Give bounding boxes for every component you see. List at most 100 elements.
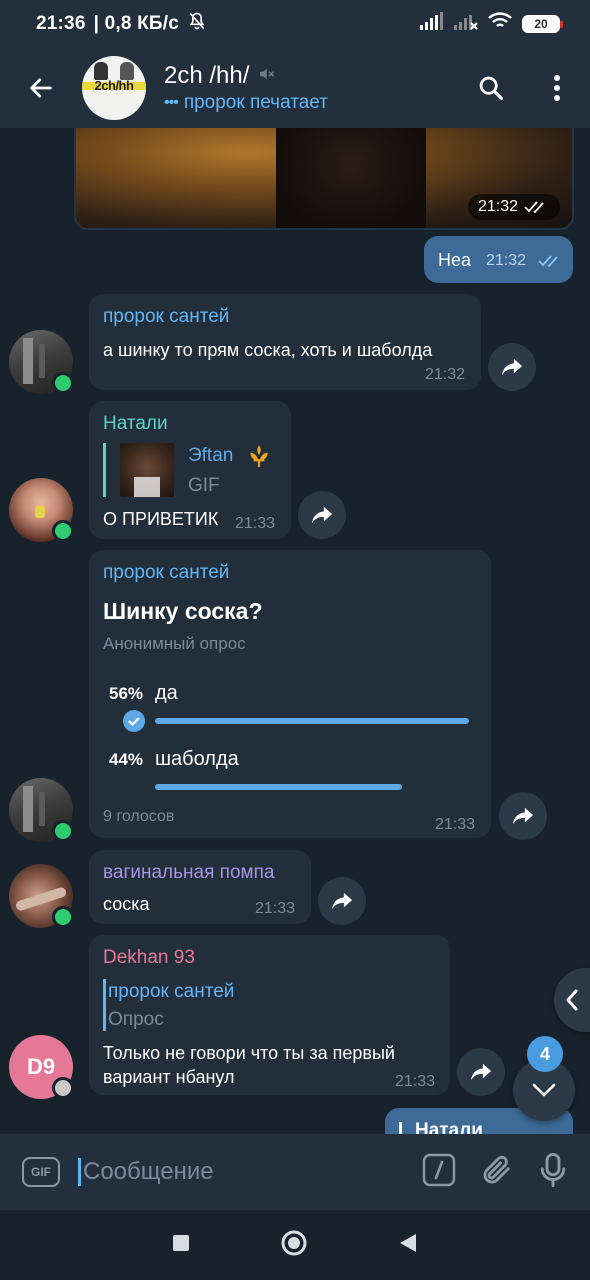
sender-name[interactable]: Натали — [103, 413, 168, 435]
side-panel-button[interactable] — [554, 968, 590, 1032]
outgoing-message[interactable]: Неа 21:32 — [424, 236, 573, 283]
message-text: Неа — [438, 250, 472, 270]
back-button[interactable] — [0, 48, 82, 128]
media-time-badge: 21:32 — [467, 194, 560, 220]
muted-speaker-icon — [257, 62, 275, 90]
offline-indicator — [52, 1077, 74, 1099]
chat-status: пророк печатает — [183, 92, 328, 113]
poll-bar — [155, 718, 469, 724]
message-input[interactable] — [78, 1158, 378, 1186]
recents-button[interactable] — [172, 1234, 190, 1257]
attach-button[interactable] — [480, 1153, 514, 1192]
mute-bell-icon — [187, 11, 207, 37]
share-arrow-icon — [470, 1063, 492, 1081]
incoming-message[interactable]: Натали Эftan GIF О ПРИВЕТИК 21:33 — [89, 401, 291, 539]
sender-name[interactable]: вагинальная помпа — [103, 862, 274, 884]
online-indicator — [52, 520, 74, 542]
check-circle-icon — [123, 710, 145, 732]
message-text: соска — [103, 894, 150, 914]
message-composer: GIF — [0, 1134, 590, 1210]
search-button[interactable] — [458, 48, 524, 128]
reply-name: пророк сантей — [108, 981, 235, 1002]
signal-icon-2 — [454, 12, 478, 36]
share-button[interactable] — [499, 792, 547, 840]
wifi-icon — [488, 12, 512, 36]
back-nav-button[interactable] — [398, 1233, 418, 1258]
signal-icon — [420, 12, 444, 36]
more-menu-button[interactable] — [524, 48, 590, 128]
share-button[interactable] — [318, 877, 366, 925]
search-icon — [479, 76, 504, 101]
circle-icon — [281, 1230, 307, 1255]
poll-bar — [155, 784, 402, 790]
share-arrow-icon — [501, 358, 523, 376]
triangle-left-icon — [400, 1233, 416, 1252]
message-text: а шинку то прям соска, хоть и шаболда — [103, 340, 433, 360]
online-indicator — [52, 820, 74, 842]
chevron-left-icon — [566, 989, 578, 1011]
arrow-left-icon — [30, 78, 52, 98]
message-text-line1: Только не говори что ты за первый — [103, 1043, 395, 1063]
message-time: 21:33 — [255, 900, 296, 917]
incoming-message[interactable]: Dekhan 93 пророк сантей Опрос Только не … — [89, 935, 450, 1095]
sender-name[interactable]: пророк сантей — [103, 562, 229, 584]
message-time: 21:33 — [235, 515, 276, 532]
reply-preview[interactable]: Эftan GIF — [103, 443, 268, 497]
typing-dots-icon: ••• — [164, 94, 179, 111]
reply-preview[interactable]: пророк сантей Опрос — [103, 979, 234, 1031]
reply-name: Натали — [415, 1120, 483, 1134]
poll-option-label: да — [155, 682, 178, 704]
message-text: О ПРИВЕТИК — [103, 509, 219, 529]
incoming-message[interactable]: вагинальная помпа соска 21:33 — [89, 850, 311, 924]
message-time: 21:33 — [395, 1073, 436, 1090]
voice-button[interactable] — [538, 1152, 568, 1193]
poll-type: Анонимный опрос — [103, 634, 246, 653]
online-indicator — [52, 372, 74, 394]
paperclip-icon — [483, 1155, 510, 1183]
chat-title: 2ch /hh/ — [164, 62, 250, 89]
double-check-icon — [524, 201, 544, 214]
command-button[interactable] — [422, 1153, 456, 1192]
poll-percent: 56% — [109, 684, 144, 703]
sender-name[interactable]: пророк сантей — [103, 306, 229, 328]
microphone-icon — [540, 1152, 566, 1187]
poll-option-label: шаболда — [155, 748, 239, 770]
share-arrow-icon — [331, 892, 353, 910]
chat-header: 2ch/hh 2ch /hh/ ••• пророк печатает — [0, 48, 590, 128]
share-button[interactable] — [457, 1048, 505, 1096]
double-check-icon — [538, 255, 558, 268]
message-list[interactable]: 21:32 Неа 21:32 пророк сантей а шинку то… — [0, 128, 590, 1134]
incoming-message[interactable]: пророк сантей а шинку то прям соска, хот… — [89, 294, 481, 390]
chat-avatar[interactable]: 2ch/hh — [82, 56, 146, 120]
avatar-logo-text: 2ch/hh — [94, 78, 134, 93]
poll-percent: 44% — [109, 750, 144, 769]
slash-command-icon — [422, 1153, 456, 1186]
message-time: 21:33 — [435, 816, 476, 833]
status-bar: 21:36 | 0,8 КБ/с 20 — [0, 0, 590, 48]
clock: 21:36 — [36, 13, 86, 34]
chevron-down-icon — [532, 1083, 556, 1097]
share-arrow-icon — [512, 807, 534, 825]
battery-icon: 20 — [522, 15, 563, 33]
share-button[interactable] — [488, 343, 536, 391]
online-indicator — [52, 906, 74, 928]
net-speed: | 0,8 КБ/с — [93, 13, 179, 34]
poll-votes[interactable]: 9 голосов — [103, 808, 174, 826]
share-button[interactable] — [298, 491, 346, 539]
reply-name: Эftan — [188, 445, 234, 466]
sender-name[interactable]: Dekhan 93 — [103, 947, 195, 969]
poll-message[interactable]: пророк сантей Шинку соска? Анонимный опр… — [89, 550, 491, 838]
fleur-de-lis-icon — [250, 445, 268, 467]
more-vertical-icon — [554, 75, 560, 101]
home-button[interactable] — [280, 1229, 308, 1262]
share-arrow-icon — [311, 506, 333, 524]
gif-button[interactable]: GIF — [22, 1157, 60, 1187]
reply-type: GIF — [188, 475, 220, 496]
chat-title-block[interactable]: 2ch /hh/ ••• пророк печатает — [164, 62, 328, 114]
reply-type: Опрос — [108, 1009, 164, 1030]
video-message[interactable]: 21:32 — [74, 128, 574, 230]
unread-badge: 4 — [527, 1036, 563, 1072]
message-time: 21:32 — [477, 198, 518, 215]
message-text-line2: вариант нбанул — [103, 1067, 235, 1087]
reply-thumbnail — [120, 443, 174, 497]
